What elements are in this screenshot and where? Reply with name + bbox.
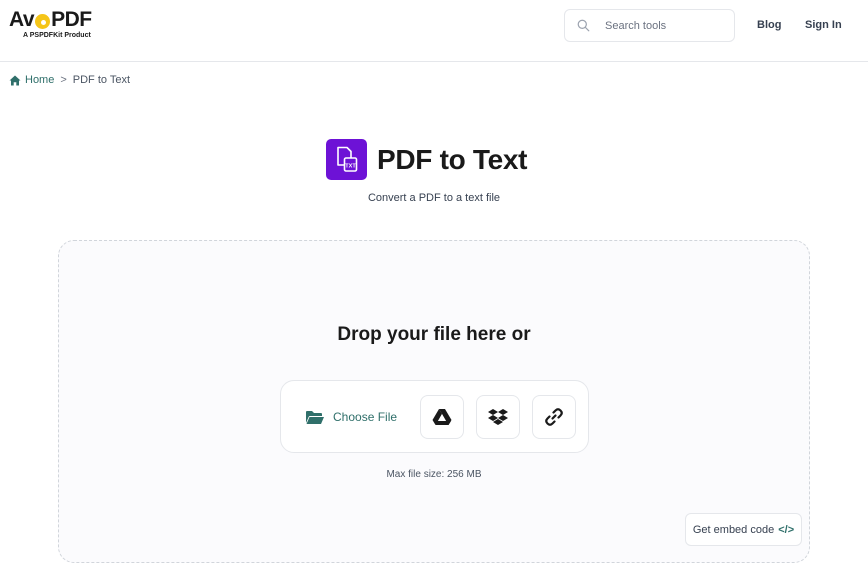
page-title: PDF to Text: [377, 143, 528, 175]
breadcrumb: Home > PDF to Text: [9, 74, 130, 86]
max-file-size: Max file size: 256 MB: [386, 469, 482, 480]
code-icon: </>: [778, 523, 795, 536]
choose-file-label: Choose File: [333, 410, 398, 424]
choose-file-button[interactable]: Choose File: [305, 404, 397, 430]
tool-title-row: TXT PDF to Text: [326, 139, 527, 180]
folder-open-icon: [306, 410, 324, 424]
logo-gear-icon: [35, 13, 51, 29]
breadcrumb-current: PDF to Text: [72, 74, 131, 86]
svg-text:TXT: TXT: [345, 163, 356, 169]
url-link-button[interactable]: [532, 395, 576, 439]
upload-options: Choose File: [280, 380, 589, 453]
home-icon: [9, 75, 21, 85]
dropzone-heading: Drop your file here or: [337, 324, 531, 345]
breadcrumb-home-link[interactable]: Home: [9, 74, 54, 86]
nav-signin-link[interactable]: Sign In: [805, 19, 842, 31]
dropbox-icon: [488, 409, 508, 425]
get-embed-code-button[interactable]: Get embed code </>: [685, 513, 802, 546]
pdf-to-text-icon: TXT: [326, 139, 367, 180]
breadcrumb-home-label: Home: [25, 74, 55, 86]
search-icon: [577, 19, 590, 32]
dropbox-button[interactable]: [476, 395, 520, 439]
search-input[interactable]: [605, 16, 725, 36]
logo-text-right: PDF: [51, 8, 92, 31]
site-header: Av PDF A PSPDFKit Product Blog Sign In: [0, 0, 868, 62]
nav-blog-link[interactable]: Blog: [757, 19, 781, 31]
google-drive-icon: [432, 409, 452, 425]
google-drive-button[interactable]: [420, 395, 464, 439]
breadcrumb-separator: >: [60, 74, 67, 86]
embed-label: Get embed code: [692, 523, 775, 536]
avepdf-logo[interactable]: Av PDF A PSPDFKit Product: [9, 8, 92, 40]
search-box[interactable]: [564, 9, 735, 42]
logo-text-left: Av: [9, 8, 35, 31]
logo-subtitle: A PSPDFKit Product: [23, 32, 91, 39]
file-dropzone[interactable]: Drop your file here or Choose File Max f…: [58, 240, 810, 563]
page-subtitle: Convert a PDF to a text file: [367, 192, 501, 204]
link-icon: [545, 408, 563, 426]
